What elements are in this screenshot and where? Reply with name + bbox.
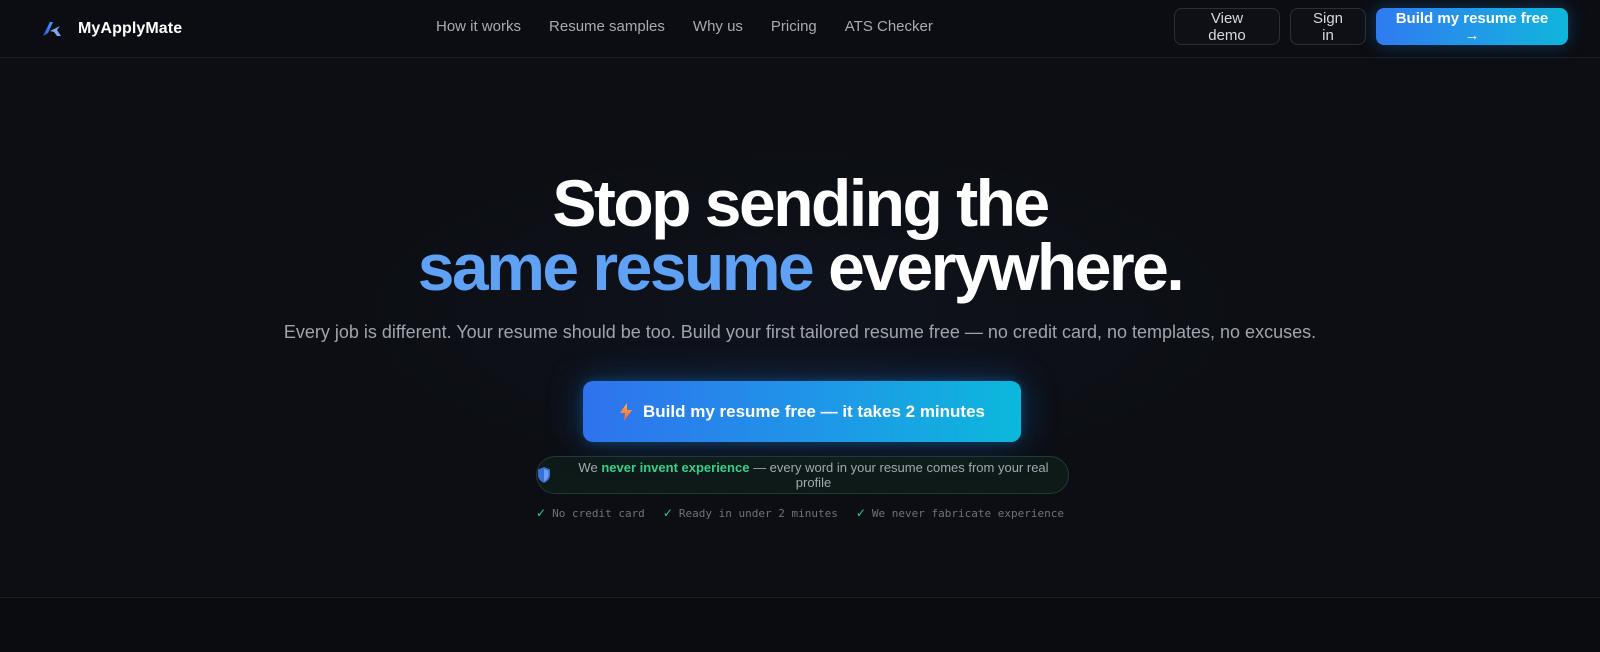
nav-link-ats-checker[interactable]: ATS Checker	[845, 17, 933, 37]
checkmark-icon: ✓	[536, 506, 547, 520]
cta-label: Build my resume free — it takes 2 minute…	[642, 401, 985, 421]
brand-home-link[interactable]: MyApplyMate	[40, 14, 182, 44]
sign-in-button[interactable]: Sign in	[1290, 8, 1366, 45]
next-section	[0, 598, 1600, 652]
nav-link-why-us[interactable]: Why us	[693, 17, 743, 37]
lightning-icon	[619, 402, 632, 421]
no-fabrication-badge: We never invent experience — every word …	[536, 456, 1069, 494]
assurance-item: ✓ We never fabricate experience	[856, 506, 1064, 520]
badge-prefix: We	[578, 460, 602, 475]
top-navbar: MyApplyMate How it works Resume samples …	[0, 0, 1600, 58]
checkmark-icon: ✓	[855, 506, 866, 520]
assurance-item: ✓ Ready in under 2 minutes	[663, 506, 838, 520]
view-demo-button[interactable]: View demo	[1174, 8, 1280, 45]
hero-headline: Stop sending the same resume everywhere.	[0, 170, 1600, 300]
logo-icon	[43, 22, 61, 36]
assurance-label: Ready in under 2 minutes	[678, 506, 838, 520]
assurance-item: ✓ No credit card	[536, 506, 645, 520]
checkmark-icon: ✓	[662, 506, 673, 520]
badge-highlight: never invent experience	[601, 460, 750, 475]
nav-links: How it works Resume samples Why us Prici…	[436, 17, 933, 37]
shield-icon	[538, 467, 550, 483]
assurance-label: We never fabricate experience	[871, 506, 1064, 520]
assurance-label: No credit card	[552, 506, 645, 520]
badge-suffix: — every word in your resume comes from y…	[749, 460, 1049, 490]
badge-text: We never invent experience — every word …	[559, 460, 1068, 490]
landing-page: MyApplyMate How it works Resume samples …	[0, 0, 1600, 652]
nav-link-pricing[interactable]: Pricing	[771, 17, 817, 37]
headline-rest: everywhere.	[812, 230, 1185, 304]
brand-name: MyApplyMate	[78, 20, 183, 37]
build-resume-nav-button[interactable]: Build my resume free →	[1376, 8, 1568, 45]
hero-section: Stop sending the same resume everywhere.…	[0, 58, 1600, 598]
assurance-list: ✓ No credit card ✓ Ready in under 2 minu…	[0, 506, 1600, 520]
headline-line-1: Stop sending the	[552, 166, 1050, 240]
nav-actions: View demo Sign in Build my resume free →	[1174, 8, 1568, 45]
build-resume-cta-button[interactable]: Build my resume free — it takes 2 minute…	[583, 381, 1021, 442]
hero-subtitle: Every job is different. Your resume shou…	[283, 322, 1317, 342]
nav-link-how-it-works[interactable]: How it works	[436, 17, 521, 37]
headline-line-2: same resume everywhere.	[0, 234, 1600, 300]
nav-link-resume-samples[interactable]: Resume samples	[549, 17, 665, 37]
headline-accent: same resume	[417, 230, 815, 304]
